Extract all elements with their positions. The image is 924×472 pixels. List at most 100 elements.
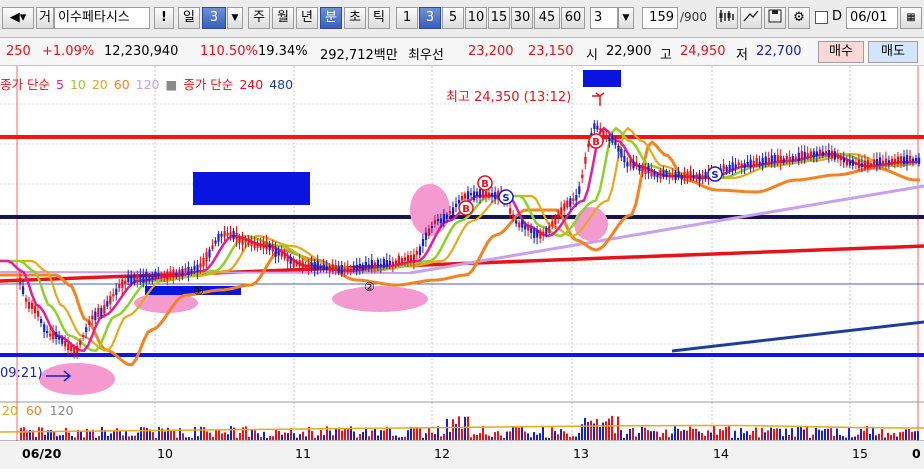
low-price: 22,700 [756, 44, 802, 59]
price-chart[interactable]: BBSBS①② 종가 단순 5 10 20 60 120 ■ 종가 단순 240 480 최고 2… [0, 66, 924, 469]
custom-interval-field[interactable]: 3 [590, 7, 618, 29]
sell-button[interactable]: 매도 [868, 41, 918, 63]
volume-bar [41, 427, 43, 440]
volume-bar [107, 435, 109, 440]
candle-body [536, 230, 539, 238]
volume-bar [620, 430, 622, 440]
volume-bar [410, 426, 412, 440]
volume-bar [704, 435, 706, 440]
volume-bar [395, 435, 397, 440]
candle-body [692, 175, 695, 178]
chart-canvas[interactable]: B B S B S ① ② [0, 66, 924, 469]
candle-body [31, 302, 34, 309]
volume-bar [461, 428, 463, 440]
candle-body [653, 171, 656, 177]
interval-30[interactable]: 30 [511, 7, 533, 29]
volume-bar [20, 427, 22, 440]
search-type-button[interactable]: 거 [36, 7, 54, 29]
candle-body [794, 156, 797, 159]
candle-body [319, 265, 322, 268]
candle-body [421, 239, 425, 246]
interval-1[interactable]: 1 [396, 7, 418, 29]
week-button[interactable]: 주 [248, 7, 270, 29]
candle-body [755, 158, 758, 165]
candle-body [758, 161, 761, 165]
stock-name-field[interactable]: 이수페타시스 [54, 7, 150, 29]
date-checkbox[interactable] [815, 11, 828, 24]
nav-back-button[interactable]: ◀▾ [2, 7, 34, 29]
volume-bar [182, 433, 184, 440]
period-dropdown[interactable]: ▼ [227, 7, 243, 29]
candle-body [229, 232, 232, 236]
interval-15[interactable]: 15 [488, 7, 510, 29]
candle-body [46, 331, 49, 334]
volume-bar [281, 434, 283, 440]
vol-ma-60: 60 [25, 403, 42, 418]
save-icon[interactable] [764, 7, 786, 29]
candle-body [385, 260, 388, 267]
volume-bar [773, 429, 775, 440]
settings-gear-icon[interactable]: ⚙ [788, 7, 810, 29]
interval-45[interactable]: 45 [534, 7, 560, 29]
volume-bar [884, 437, 886, 440]
month-button[interactable]: 월 [272, 7, 294, 29]
volume-bar [473, 434, 475, 440]
volume-bar [575, 436, 577, 440]
candle-body [857, 159, 861, 169]
volume-bar [293, 433, 295, 440]
candle-body [280, 252, 283, 257]
minute-button[interactable]: 분 [320, 7, 342, 29]
volume-bar [131, 435, 133, 440]
candle-body [773, 154, 776, 162]
volume-bar [134, 435, 136, 440]
volume-bar [416, 427, 418, 440]
candle-body [599, 127, 602, 131]
volume-bar [374, 427, 376, 440]
volume-bar [527, 433, 529, 440]
custom-interval-dropdown[interactable]: ▼ [618, 7, 634, 29]
volume-bar [275, 428, 277, 440]
volume-bar [584, 417, 586, 440]
volume-bar [689, 426, 691, 440]
period-day-button[interactable]: 일 [178, 7, 200, 29]
volume-bar [509, 431, 511, 440]
date-field[interactable]: 06/01 [846, 7, 898, 29]
volume-bar [533, 432, 535, 440]
volume-bar [899, 432, 901, 440]
candle-body [866, 159, 870, 169]
tick-button[interactable]: 틱 [368, 7, 390, 29]
chart-type-icon[interactable] [716, 7, 738, 29]
candle-body [788, 156, 791, 161]
candle-body [184, 268, 187, 273]
volume-bar [902, 431, 904, 440]
volume-bar [566, 433, 568, 440]
trendline-tool-icon[interactable] [740, 7, 762, 29]
calendar-icon[interactable]: ▦ [900, 7, 922, 29]
bar-count-field[interactable]: 159 [642, 7, 678, 29]
buy-button[interactable]: 매수 [818, 41, 864, 63]
interval-3[interactable]: 3 [419, 7, 441, 29]
volume-bar [662, 432, 664, 440]
volume-bar [701, 433, 703, 440]
interval-10[interactable]: 10 [465, 7, 487, 29]
volume-bar [599, 427, 601, 440]
volume-bar [335, 428, 337, 440]
candle-body [76, 346, 79, 353]
volume-bar [605, 421, 607, 440]
period-count-button[interactable]: 3 [202, 7, 226, 29]
vol-ma-120: 120 [49, 403, 74, 418]
volume-bar [707, 430, 709, 440]
interval-60[interactable]: 60 [561, 7, 585, 29]
alert-button[interactable]: ! [154, 7, 174, 29]
volume-bar [257, 433, 259, 440]
volume-bar [140, 427, 142, 440]
volume-bar [602, 422, 604, 440]
candle-body [250, 240, 253, 246]
year-button[interactable]: 년 [296, 7, 318, 29]
interval-5[interactable]: 5 [442, 7, 464, 29]
volume-bar [863, 430, 865, 440]
second-button[interactable]: 초 [344, 7, 366, 29]
volume-bar [632, 428, 634, 440]
volume-bar [263, 431, 265, 440]
candle-body [611, 135, 614, 143]
